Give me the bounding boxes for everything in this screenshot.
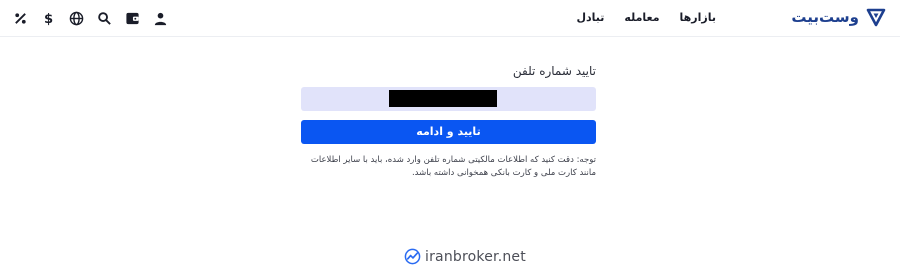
nav-exchange[interactable]: تبادل bbox=[576, 11, 604, 24]
confirm-continue-button[interactable]: تایید و ادامه bbox=[301, 120, 596, 144]
globe-icon[interactable] bbox=[68, 10, 84, 26]
fee-icon[interactable] bbox=[12, 10, 28, 26]
search-icon[interactable] bbox=[96, 10, 112, 26]
dollar-icon[interactable]: $ bbox=[40, 10, 56, 26]
phone-verification-form: تایید شماره تلفن تایید و ادامه توجه: دقت… bbox=[301, 62, 596, 178]
nav-markets[interactable]: بازارها bbox=[680, 11, 716, 24]
wallet-icon[interactable] bbox=[124, 10, 140, 26]
redaction-bar bbox=[389, 90, 497, 107]
top-header: $ بازارها معامله تبادل وست‌بیت bbox=[0, 0, 900, 37]
svg-text:$: $ bbox=[43, 12, 52, 26]
phone-input[interactable] bbox=[301, 87, 596, 111]
main-nav: بازارها معامله تبادل bbox=[556, 11, 716, 24]
brand-logo-icon bbox=[866, 8, 886, 27]
verification-note: توجه: دقت کنید که اطلاعات مالکیتی شماره … bbox=[310, 155, 596, 178]
form-title: تایید شماره تلفن bbox=[512, 64, 596, 78]
watermark-text: iranbroker.net bbox=[425, 248, 526, 265]
user-icon[interactable] bbox=[152, 10, 168, 26]
brand-logo[interactable]: وست‌بیت bbox=[791, 7, 886, 27]
header-icon-bar: $ bbox=[12, 10, 180, 26]
watermark: iranbroker.net bbox=[404, 248, 526, 265]
nav-trade[interactable]: معامله bbox=[624, 11, 659, 24]
chart-logo-icon bbox=[404, 248, 421, 265]
brand-name: وست‌بیت bbox=[791, 8, 859, 26]
